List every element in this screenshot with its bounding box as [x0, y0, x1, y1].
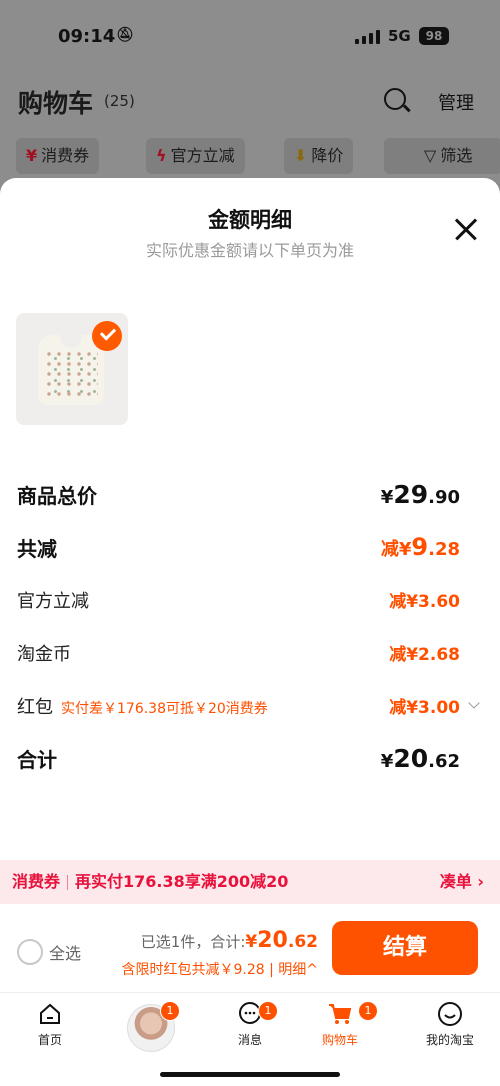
selected-summary: 已选1件，合计:¥20.62 [140, 928, 318, 953]
official-discount-label: 官方立减 [17, 591, 89, 612]
coupon-icon: ¥ [26, 146, 38, 165]
row-total-reduction: 共减 减¥9.28 [0, 533, 500, 563]
filter-icon: ▽ [424, 146, 437, 165]
taojinbi-value: 减¥2.68 [389, 645, 460, 665]
select-all-radio[interactable] [17, 939, 43, 965]
row-sum: 合计 ¥20.62 [0, 744, 500, 774]
divider [67, 875, 68, 890]
red-packet-value: 减¥3.00 [389, 698, 460, 718]
network-label: 5G [388, 27, 411, 45]
checkout-amount: ¥20.62 [245, 928, 318, 953]
sheet-title: 金额明细 [208, 208, 292, 232]
checkmark-icon [92, 321, 122, 351]
official-discount-value: 减¥3.60 [389, 592, 460, 612]
sum-value: ¥20.62 [380, 744, 460, 773]
row-total-price: 商品总价 ¥29.90 [0, 480, 500, 510]
home-indicator [160, 1072, 340, 1077]
lightning-icon: ϟ [156, 146, 167, 165]
checkout-button[interactable]: 结算 [332, 921, 478, 975]
close-icon[interactable] [454, 218, 478, 242]
page-title: 购物车 [18, 89, 94, 118]
reduction-label: 共减 [17, 537, 57, 561]
sum-label: 合计 [17, 748, 57, 772]
row-taojinbi: 淘金币 减¥2.68 [0, 640, 500, 670]
add-items-link[interactable]: 凑单 › [440, 860, 484, 904]
status-bar: 09:14 🔕︎ 5G 98 [0, 18, 500, 58]
cart-count: (25) [104, 92, 135, 110]
chevron-down-icon[interactable] [468, 697, 480, 709]
filter-chip-coupon[interactable]: ¥ 消费券 [16, 138, 100, 174]
mute-bell-icon: 🔕︎ [116, 27, 134, 43]
filter-chip-filter[interactable]: ▽ 筛选 [384, 138, 500, 174]
row-red-packet[interactable]: 红包 实付差￥176.38可抵￥20消费券 减¥3.00 [0, 693, 500, 723]
amount-detail-sheet: 金额明细 实际优惠金额请以下单页为准 商品总价 ¥29.90 共减 减¥9.28… [0, 178, 500, 1086]
coupon-tag: 消费券 [12, 872, 61, 891]
red-packet-note: 实付差￥176.38可抵￥20消费券 [61, 701, 268, 717]
cart-badge: 1 [358, 1001, 378, 1021]
tab-messages[interactable]: 消息 1 [210, 1001, 290, 1048]
search-icon[interactable] [384, 88, 406, 110]
reduction-value: 减¥9.28 [380, 533, 460, 561]
signal-icon [355, 30, 381, 44]
status-time: 09:14 [58, 26, 116, 47]
red-packet-label: 红包 实付差￥176.38可抵￥20消费券 [17, 697, 268, 718]
background-page: 09:14 🔕︎ 5G 98 购物车 (25) 管理 ¥ 消费券 ϟ 官方立减 ⬇ 降… [0, 0, 500, 200]
total-price-label: 商品总价 [17, 484, 97, 508]
tab-cart[interactable]: 购物车 1 [300, 1001, 380, 1048]
smile-icon [438, 1002, 462, 1026]
coupon-text: 再实付176.38享满200减20 [75, 872, 289, 891]
tab-my-taobao[interactable]: 我的淘宝 [410, 1001, 490, 1048]
avatar-badge: 1 [160, 1001, 180, 1021]
promo-detail-link[interactable]: 含限时红包共减￥9.28 | 明细^ [121, 959, 318, 979]
filter-chip-price-drop[interactable]: ⬇ 降价 [284, 138, 354, 174]
home-icon [40, 1003, 60, 1024]
cart-icon [329, 1004, 352, 1024]
taojinbi-label: 淘金币 [17, 644, 71, 665]
checkout-bar: 全选 已选1件，合计:¥20.62 含限时红包共减￥9.28 | 明细^ 结算 [0, 904, 500, 992]
sheet-subtitle: 实际优惠金额请以下单页为准 [145, 241, 354, 260]
messages-badge: 1 [258, 1001, 278, 1021]
total-price-value: ¥29.90 [380, 480, 460, 509]
battery-icon: 98 [419, 27, 449, 45]
tab-home[interactable]: 首页 [10, 1001, 90, 1048]
vest-image [38, 332, 104, 405]
row-official-discount: 官方立减 减¥3.60 [0, 587, 500, 617]
arrow-down-icon: ⬇ [294, 146, 308, 165]
coupon-banner[interactable]: 消费券 再实付176.38享满200减20 凑单 › [0, 860, 500, 904]
cart-header: 购物车 (25) 管理 [0, 80, 500, 124]
filter-chips: ¥ 消费券 ϟ 官方立减 ⬇ 降价 ▽ 筛选 [0, 138, 500, 176]
filter-chip-official[interactable]: ϟ 官方立减 [146, 138, 245, 174]
manage-button[interactable]: 管理 [438, 89, 474, 115]
select-all-label[interactable]: 全选 [49, 940, 81, 964]
